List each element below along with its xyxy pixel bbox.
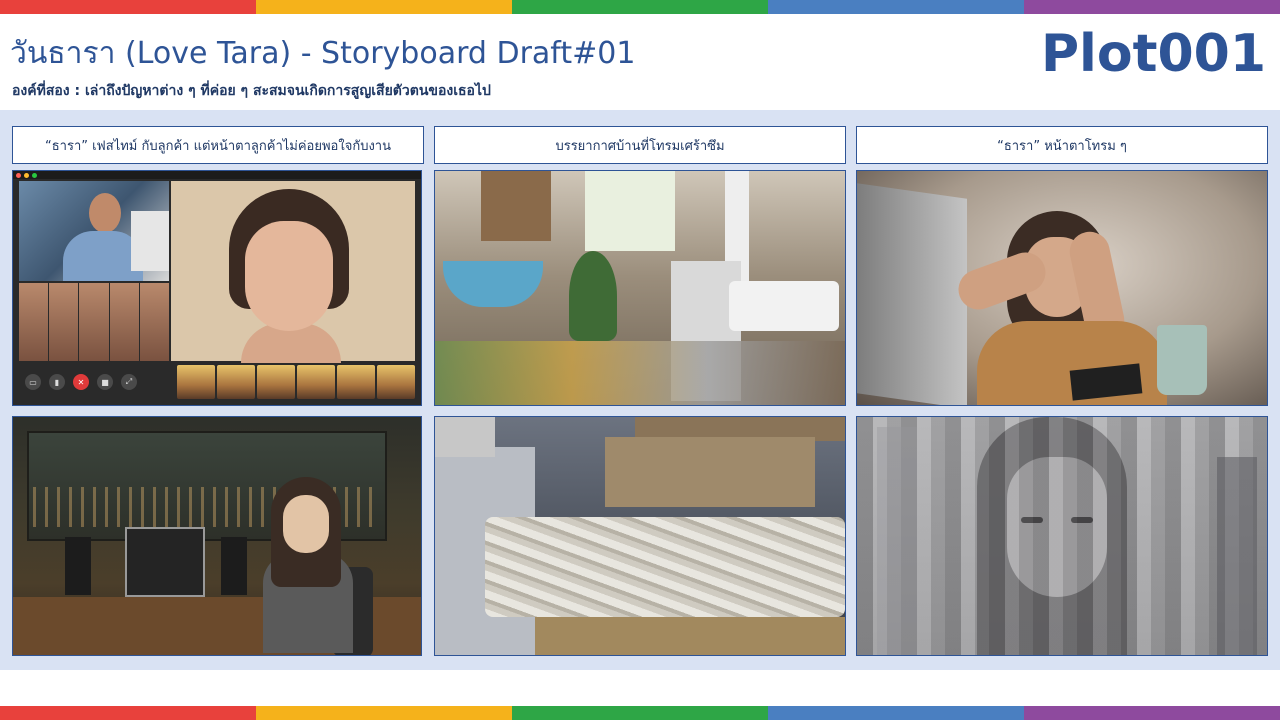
caption-panel-1: “ธารา” เฟสไทม์ กับลูกค้า แต่หน้าตาลูกค้า… (12, 126, 424, 164)
sketch-woman-city-image (856, 416, 1268, 656)
chat-icon: ▭ (25, 374, 41, 390)
angry-faces-grid (19, 283, 169, 361)
camera-icon: ■ (97, 374, 113, 390)
slide-title: วันธารา (Love Tara) - Storyboard Draft#0… (10, 36, 636, 71)
angry-client-video (19, 181, 169, 281)
minimize-dot-icon (24, 173, 29, 178)
caption-panel-2: บรรยากาศบ้านที่โทรมเศร้าซึม (434, 126, 846, 164)
participant-thumbnails (177, 365, 415, 399)
slide-header: วันธารา (Love Tara) - Storyboard Draft#0… (0, 14, 1280, 110)
fullscreen-icon: ⤢ (121, 374, 137, 390)
close-dot-icon (16, 173, 21, 178)
messy-office-desk-image (434, 416, 846, 656)
zoom-dot-icon (32, 173, 37, 178)
call-controls: ▭ ▮ ✕ ■ ⤢ (19, 367, 137, 397)
window-titlebar (13, 171, 421, 179)
stressed-woman-image (856, 170, 1268, 406)
end-call-icon: ✕ (73, 374, 89, 390)
bottom-color-strip (0, 706, 1280, 720)
mic-icon: ▮ (49, 374, 65, 390)
tara-video (171, 181, 415, 363)
plot-id: Plot001 (1040, 24, 1266, 84)
video-call-image: ▭ ▮ ✕ ■ ⤢ (12, 170, 422, 406)
anime-night-room-image (12, 416, 422, 656)
top-color-strip (0, 0, 1280, 14)
slide-subtitle: องค์ที่สอง : เล่าถึงปัญหาต่าง ๆ ที่ค่อย … (12, 83, 491, 99)
caption-panel-3: “ธารา” หน้าตาโทรม ๆ (856, 126, 1268, 164)
storyboard-area: “ธารา” เฟสไทม์ กับลูกค้า แต่หน้าตาลูกค้า… (0, 110, 1280, 670)
messy-kitchen-image (434, 170, 846, 406)
